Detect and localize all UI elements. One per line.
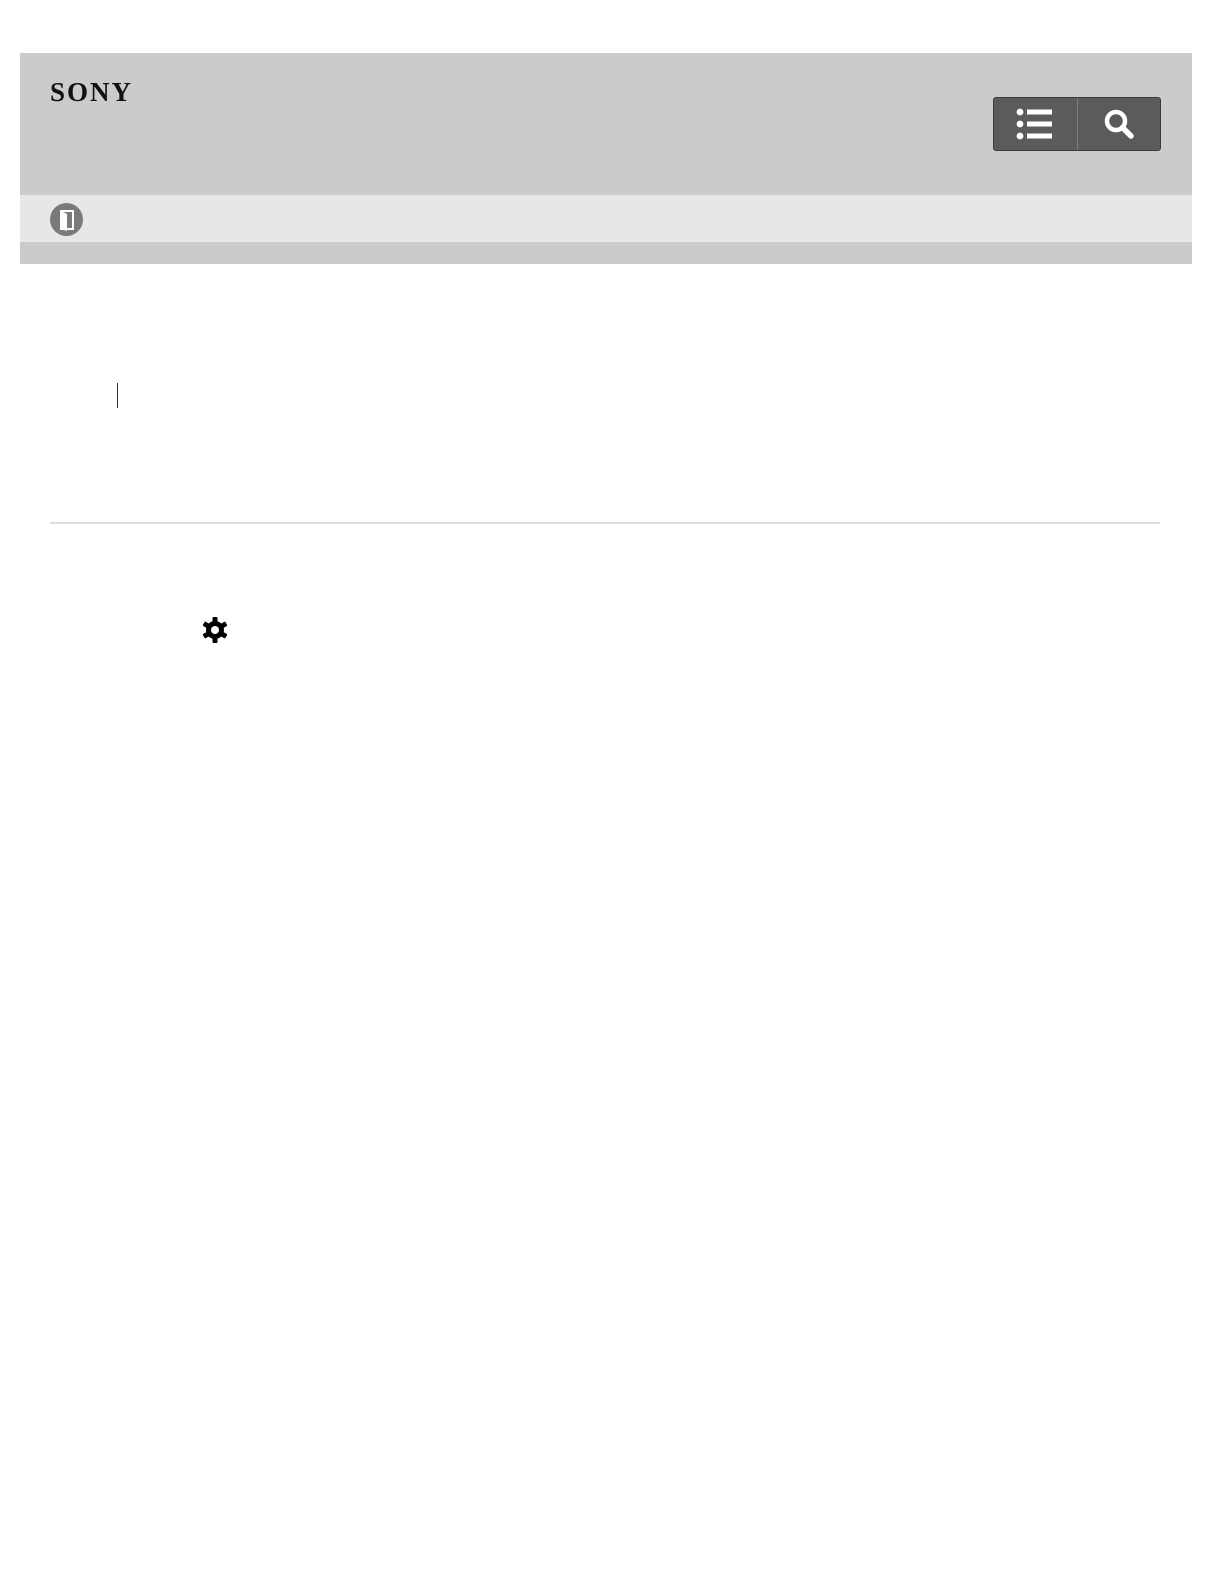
sub-navigation-bar — [20, 195, 1192, 242]
list-icon — [1016, 108, 1053, 140]
header-toolbar — [993, 97, 1161, 151]
sony-logo[interactable]: SONY — [50, 79, 133, 106]
manual-top-button[interactable] — [50, 203, 83, 236]
site-header: SONY — [20, 53, 1192, 264]
content-divider — [50, 522, 1160, 524]
search-icon — [1104, 109, 1134, 139]
breadcrumb-separator — [117, 383, 118, 408]
manual-book-icon — [59, 209, 74, 231]
gear-icon — [202, 617, 228, 643]
search-button[interactable] — [1076, 98, 1161, 150]
contents-list-button[interactable] — [994, 98, 1077, 150]
